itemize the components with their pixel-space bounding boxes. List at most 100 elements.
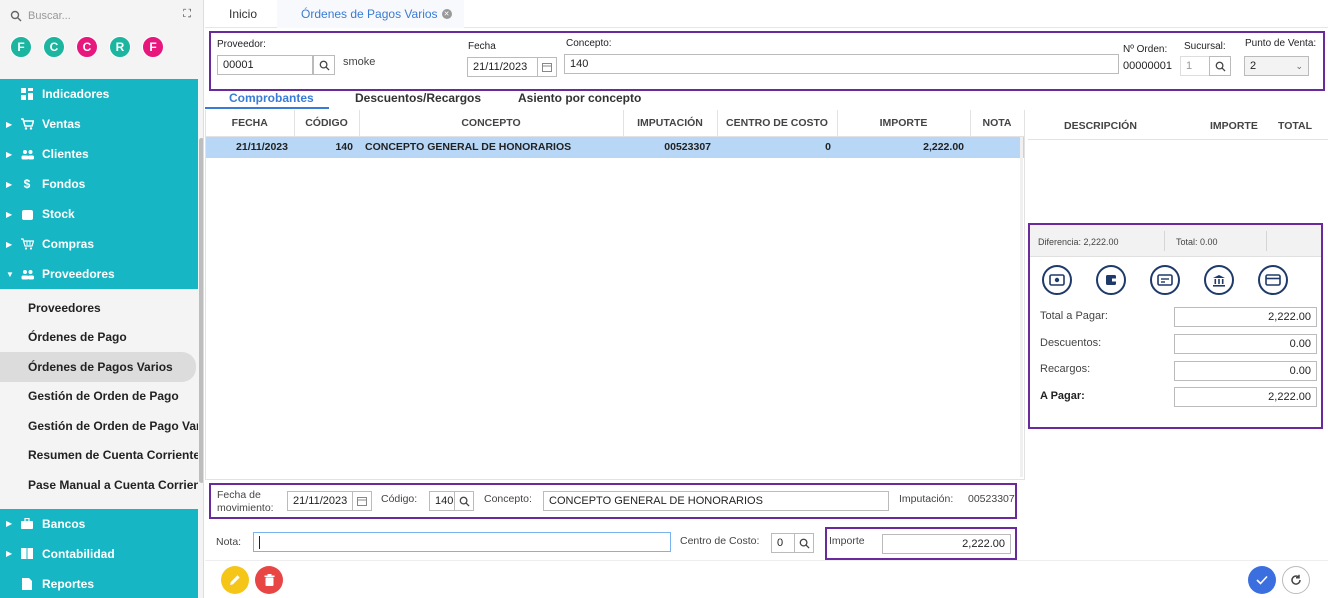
submenu-item-gestion-orden-de-pago-varios[interactable]: Gestión de Orden de Pago Varios	[0, 411, 198, 441]
col-codigo[interactable]: CÓDIGO	[294, 110, 360, 137]
chevron-right-icon: ▶	[6, 149, 13, 159]
sucursal-search-button[interactable]	[1209, 56, 1231, 76]
submenu-item-gestion-orden-de-pago[interactable]: Gestión de Orden de Pago	[0, 382, 198, 412]
sidebar-item-label: Indicadores	[42, 87, 110, 101]
tab-bar: Inicio Órdenes de Pagos Varios ✕	[205, 0, 1328, 28]
imputacion-value: 00523307	[968, 493, 1015, 505]
comprobantes-grid: FECHA CÓDIGO CONCEPTO IMPUTACIÓN CENTRO …	[205, 110, 1025, 480]
chevron-down-icon: ⌄	[1295, 60, 1303, 71]
cash-icon[interactable]	[1042, 265, 1072, 295]
avatar[interactable]: F	[10, 36, 32, 58]
concepto-mov-label: Concepto:	[484, 493, 532, 505]
edit-button[interactable]	[221, 566, 249, 594]
chevron-right-icon: ▶	[6, 209, 13, 219]
orden-label: Nº Orden:	[1123, 44, 1168, 55]
table-row[interactable]: 21/11/2023 140 CONCEPTO GENERAL DE HONOR…	[206, 136, 1024, 158]
sidebar-item-ventas[interactable]: ▶ Ventas	[0, 109, 198, 139]
chevron-down-icon: ▼	[6, 269, 14, 279]
detail-grid-header: DESCRIPCIÓN IMPORTE TOTAL	[1028, 110, 1328, 140]
sidebar-item-clientes[interactable]: ▶ Clientes	[0, 139, 198, 169]
tab-asiento-por-concepto[interactable]: Asiento por concepto	[518, 91, 641, 105]
refresh-button[interactable]	[1282, 566, 1310, 594]
avatar[interactable]: F	[142, 36, 164, 58]
checkmark-icon	[1256, 575, 1268, 585]
avatar[interactable]: C	[43, 36, 65, 58]
cell-centro-costo: 0	[717, 136, 837, 158]
fecha-movimiento-input[interactable]: 21/11/2023	[287, 491, 353, 511]
tab-ordenes-pagos-varios[interactable]: Órdenes de Pagos Varios ✕	[277, 0, 464, 28]
sidebar-item-indicadores[interactable]: Indicadores	[0, 79, 198, 109]
orden-value: 00000001	[1123, 60, 1172, 72]
search-icon	[319, 60, 330, 71]
close-icon[interactable]: ✕	[441, 9, 452, 19]
sidebar-item-stock[interactable]: ▶ Stock	[0, 199, 198, 229]
chevron-right-icon: ▶	[6, 549, 13, 558]
wallet-icon[interactable]	[1096, 265, 1126, 295]
sidebar-item-compras[interactable]: ▶ Compras	[0, 229, 198, 259]
imputacion-label: Imputación:	[899, 493, 954, 505]
fecha-movimiento-label: Fecha de movimiento:	[217, 489, 274, 514]
delete-button[interactable]	[255, 566, 283, 594]
sidebar-item-proveedores[interactable]: ▼ Proveedores	[0, 259, 198, 289]
col-descripcion[interactable]: DESCRIPCIÓN	[1064, 120, 1137, 132]
submenu-item-proveedores[interactable]: Proveedores	[0, 293, 198, 323]
check-icon[interactable]	[1150, 265, 1180, 295]
centro-costo-label: Centro de Costo:	[680, 535, 760, 547]
total-pagar-label: Total a Pagar:	[1040, 310, 1108, 322]
importe-input[interactable]: 2,222.00	[882, 534, 1011, 554]
col-imputacion[interactable]: IMPUTACIÓN	[623, 110, 718, 137]
sidebar-item-contabilidad[interactable]: ▶ Contabilidad	[0, 538, 198, 569]
nota-input[interactable]	[253, 532, 671, 552]
col-fecha[interactable]: FECHA	[206, 110, 295, 137]
centro-costo-input[interactable]: 0	[771, 533, 795, 553]
proveedor-name: smoke	[343, 56, 376, 68]
submenu-item-ordenes-de-pagos-varios[interactable]: Órdenes de Pagos Varios	[0, 352, 196, 382]
sidebar-search[interactable]: Buscar... ⛶	[10, 8, 196, 24]
centro-costo-search-button[interactable]	[794, 533, 814, 553]
tab-descuentos-recargos[interactable]: Descuentos/Recargos	[355, 91, 481, 105]
proveedor-code-input[interactable]: 00001	[217, 55, 313, 75]
recargos-label: Recargos:	[1040, 363, 1091, 375]
submenu-item-pase-manual-cuenta-corriente[interactable]: Pase Manual a Cuenta Corriente	[0, 470, 198, 500]
cart-icon	[20, 117, 34, 131]
sidebar-item-bancos[interactable]: ▶ Bancos	[0, 508, 198, 539]
sucursal-input[interactable]: 1	[1180, 56, 1210, 76]
punto-venta-select[interactable]: 2 ⌄	[1244, 56, 1309, 76]
calendar-button[interactable]	[352, 491, 372, 511]
confirm-button[interactable]	[1248, 566, 1276, 594]
fecha-input[interactable]: 21/11/2023	[467, 57, 539, 77]
sidebar-item-label: Contabilidad	[42, 546, 115, 561]
tab-comprobantes[interactable]: Comprobantes	[229, 91, 314, 105]
grid-scrollbar[interactable]	[1020, 137, 1023, 477]
avatar[interactable]: R	[109, 36, 131, 58]
col-nota[interactable]: NOTA	[970, 110, 1025, 137]
chevron-right-icon: ▶	[6, 519, 13, 528]
sidebar-item-fondos[interactable]: ▶ $ Fondos	[0, 169, 198, 199]
submenu-item-resumen-cuenta-corriente[interactable]: Resumen de Cuenta Corriente	[0, 441, 198, 471]
search-icon	[799, 538, 810, 549]
sidebar-scrollbar[interactable]	[199, 138, 203, 483]
tab-inicio[interactable]: Inicio	[205, 0, 277, 28]
col-total[interactable]: TOTAL	[1278, 120, 1312, 132]
sidebar-item-label: Fondos	[42, 177, 86, 191]
col-importe-detalle[interactable]: IMPORTE	[1210, 120, 1258, 132]
col-centro-costo[interactable]: CENTRO DE COSTO	[717, 110, 838, 137]
col-concepto[interactable]: CONCEPTO	[359, 110, 624, 137]
concepto-mov-input[interactable]: CONCEPTO GENERAL DE HONORARIOS	[543, 491, 889, 511]
col-importe[interactable]: IMPORTE	[837, 110, 971, 137]
codigo-input[interactable]: 140	[429, 491, 455, 511]
bank-icon[interactable]	[1204, 265, 1234, 295]
codigo-search-button[interactable]	[454, 491, 474, 511]
card-icon[interactable]	[1258, 265, 1288, 295]
chevron-right-icon: ▶	[6, 119, 13, 129]
calendar-button[interactable]	[537, 57, 557, 77]
proveedor-search-button[interactable]	[313, 55, 335, 75]
sidebar-item-reportes[interactable]: Reportes	[0, 568, 198, 598]
concepto-input[interactable]: 140	[564, 54, 1119, 74]
avatar[interactable]: C	[76, 36, 98, 58]
chevron-right-icon: ▶	[6, 239, 13, 249]
descuentos-label: Descuentos:	[1040, 337, 1102, 349]
submenu-item-ordenes-de-pago[interactable]: Órdenes de Pago	[0, 323, 198, 353]
fullscreen-icon[interactable]: ⛶	[183, 8, 191, 21]
sidebar-menu: Indicadores ▶ Ventas ▶ Clientes ▶ $ Fond…	[0, 79, 198, 598]
